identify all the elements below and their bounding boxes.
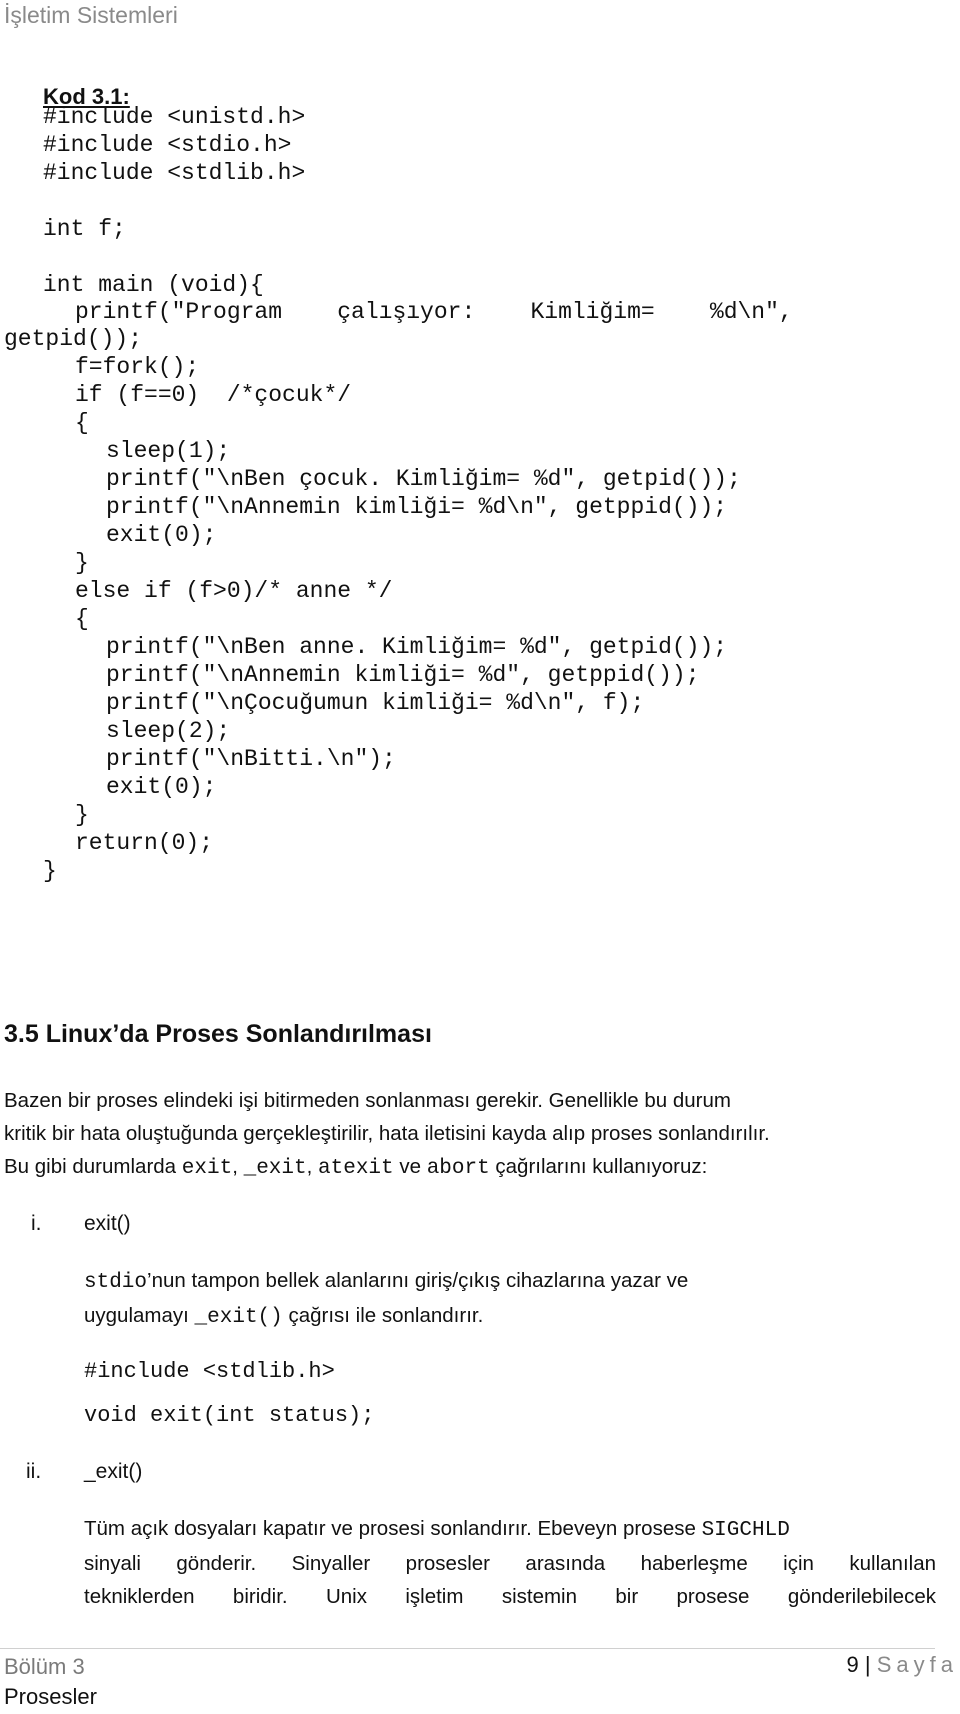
separator: ,: [306, 1155, 319, 1178]
code-include-stdlib: #include <stdlib.h>: [84, 1359, 335, 1384]
description-text: ’nun tampon bellek alanlarını giriş/çıkı…: [147, 1269, 689, 1292]
code-line: else if (f>0)/* anne */: [75, 578, 393, 604]
description-text: uygulamayı: [84, 1304, 195, 1327]
intro-line: Bu gibi durumlarda exit, _exit, atexit v…: [4, 1150, 936, 1185]
list-number: ii.: [26, 1460, 42, 1483]
description-line: tekniklerden biridir. Unix işletim siste…: [84, 1585, 936, 1608]
separator: ,: [232, 1155, 244, 1178]
code-line: {: [75, 410, 89, 436]
code-line: printf("\nBen anne. Kimliğim= %d", getpi…: [106, 634, 728, 660]
code-line: if (f==0) /*çocuk*/: [75, 382, 352, 408]
intro-text: Bu gibi durumlarda: [4, 1155, 182, 1178]
code-line: #include <stdio.h>: [43, 132, 292, 158]
footer-chapter: Bölüm 3 Prosesler: [4, 1652, 97, 1712]
page-header-title: İşletim Sistemleri: [4, 2, 178, 28]
code-line: #include <stdlib.h>: [43, 160, 306, 186]
code-line: getpid());: [4, 326, 143, 352]
list-description: Tüm açık dosyaları kapatır ve prosesi so…: [84, 1512, 936, 1613]
code-line: exit(0);: [106, 522, 217, 548]
code-line: printf("\nAnnemin kimliği= %d", getppid(…: [106, 662, 700, 688]
code-stdio: stdio: [84, 1271, 148, 1294]
code-line: printf("\nÇocuğumun kimliği= %d\n", f);: [106, 690, 645, 716]
page-number: 9: [846, 1652, 859, 1677]
code-exit-prototype: void exit(int status);: [84, 1403, 375, 1428]
code-line: f=fork();: [75, 354, 200, 380]
list-title: _exit(): [84, 1460, 143, 1483]
section-heading: 3.5 Linux’da Proses Sonlandırılması: [4, 1020, 432, 1048]
description-text: Tüm açık dosyaları kapatır ve prosesi so…: [84, 1517, 702, 1540]
list-description: stdio’nun tampon bellek alanlarını giriş…: [84, 1264, 936, 1334]
code-line: sleep(2);: [106, 718, 231, 744]
footer-chapter-title: Prosesler: [4, 1684, 97, 1709]
code-abort: abort: [426, 1157, 490, 1180]
description-line: Tüm açık dosyaları kapatır ve prosesi so…: [84, 1512, 936, 1547]
code-line: printf("Program çalışıyor: Kimliğim= %d\…: [75, 299, 793, 325]
page-word: Sayfa: [876, 1652, 958, 1677]
description-line: stdio’nun tampon bellek alanlarını giriş…: [84, 1264, 936, 1299]
description-text: çağrısı ile sonlandırır.: [282, 1304, 484, 1327]
footer-page: 9 | Sayfa: [847, 1652, 958, 1678]
code-line: {: [75, 606, 89, 632]
code-underscore-exit-call: _exit(): [194, 1306, 283, 1329]
code-atexit: atexit: [318, 1157, 394, 1180]
page-separator: |: [864, 1652, 871, 1677]
code-line: }: [75, 550, 89, 576]
code-line: printf("\nBen çocuk. Kimliğim= %d", getp…: [106, 466, 741, 492]
code-underscore-exit: _exit: [243, 1157, 307, 1180]
list-number: i.: [31, 1212, 42, 1235]
code-exit: exit: [181, 1157, 233, 1180]
code-sigchld: SIGCHLD: [701, 1519, 790, 1542]
code-line: printf("\nAnnemin kimliği= %d\n", getppi…: [106, 494, 728, 520]
code-line: exit(0);: [106, 774, 217, 800]
intro-line: Bazen bir proses elindeki işi bitirmeden…: [4, 1089, 731, 1112]
footer-divider: [0, 1648, 935, 1649]
list-title: exit(): [84, 1212, 131, 1235]
code-line: int f;: [43, 216, 126, 242]
code-line: #include <unistd.h>: [43, 104, 306, 130]
intro-line: kritik bir hata oluştuğunda gerçekleştir…: [4, 1122, 770, 1145]
description-line: sinyali gönderir. Sinyaller prosesler ar…: [84, 1552, 936, 1575]
code-line: }: [75, 802, 89, 828]
footer-chapter-number: Bölüm 3: [4, 1654, 85, 1679]
code-line: sleep(1);: [106, 438, 231, 464]
code-line: }: [43, 858, 57, 884]
intro-text: çağrılarını kullanıyoruz:: [489, 1155, 708, 1178]
code-line: int main (void){: [43, 272, 264, 298]
description-line: uygulamayı _exit() çağrısı ile sonlandır…: [84, 1299, 936, 1334]
code-line: printf("\nBitti.\n");: [106, 746, 396, 772]
separator: ve: [393, 1155, 427, 1178]
intro-paragraph: Bazen bir proses elindeki işi bitirmeden…: [4, 1084, 936, 1185]
code-line: return(0);: [75, 830, 214, 856]
